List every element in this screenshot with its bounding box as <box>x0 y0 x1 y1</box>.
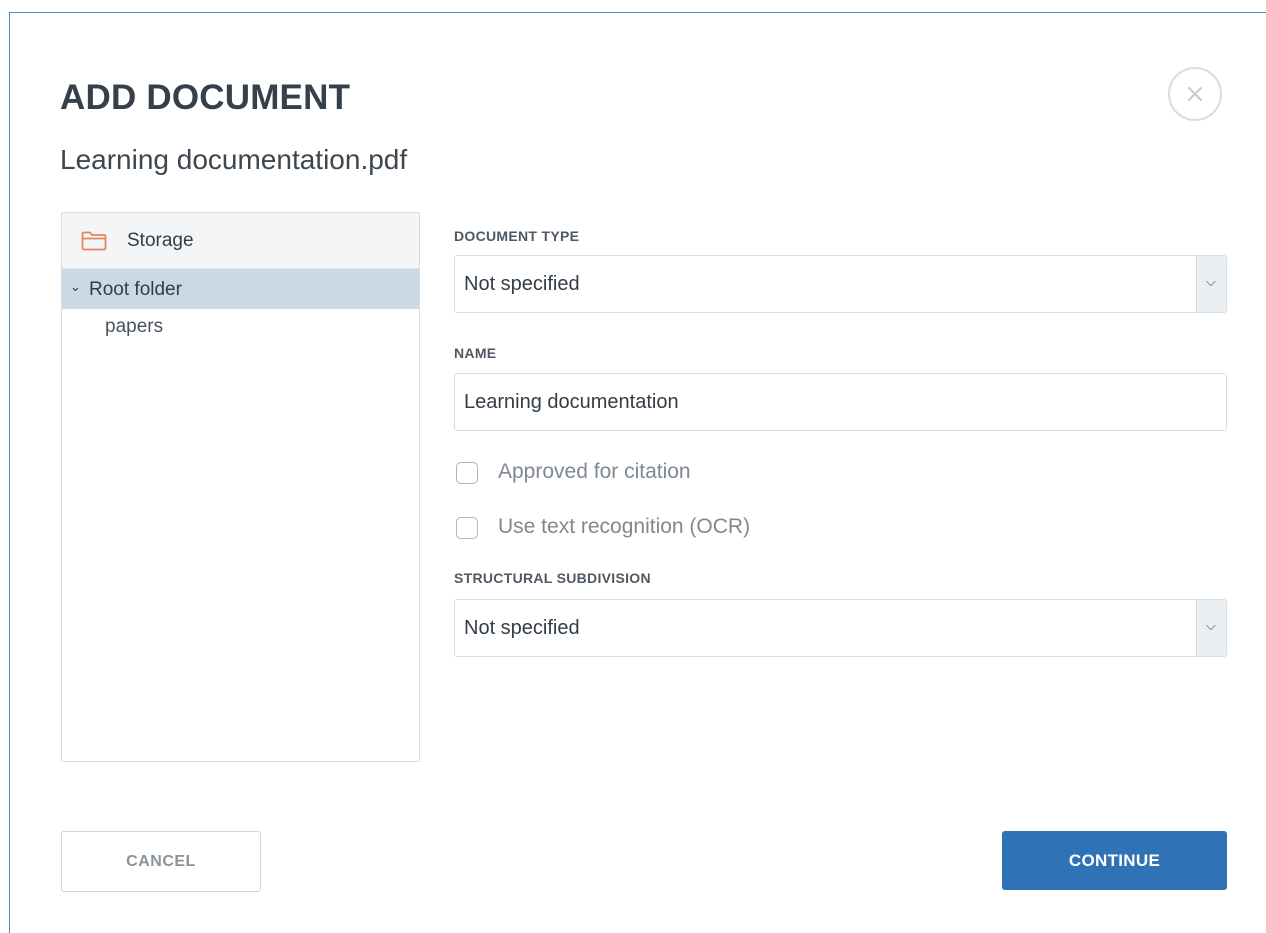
tree-item-label: Root folder <box>89 279 182 300</box>
tree-item-root-folder[interactable]: ⌄ Root folder <box>62 269 419 309</box>
document-type-select[interactable]: Not specified ⌵ <box>454 255 1227 313</box>
name-label: NAME <box>454 345 497 361</box>
close-icon <box>1188 87 1202 101</box>
document-type-label: DOCUMENT TYPE <box>454 228 580 244</box>
chevron-down-icon[interactable]: ⌄ <box>70 279 81 295</box>
tree-header-storage[interactable]: Storage <box>62 213 419 269</box>
continue-button[interactable]: CONTINUE <box>1002 831 1227 890</box>
structural-subdivision-value: Not specified <box>464 617 580 639</box>
chevron-down-icon: ⌵ <box>1206 274 1216 289</box>
document-type-dropdown-button[interactable]: ⌵ <box>1196 256 1226 312</box>
folder-tree: Storage ⌄ Root folder papers <box>61 212 420 762</box>
name-input[interactable]: Learning documentation <box>454 373 1227 431</box>
dialog-title: ADD DOCUMENT <box>60 78 351 117</box>
file-name: Learning documentation.pdf <box>60 144 408 175</box>
chevron-down-icon: ⌵ <box>1206 618 1216 633</box>
structural-subdivision-label: STRUCTURAL SUBDIVISION <box>454 570 651 586</box>
approved-for-citation-checkbox[interactable] <box>456 462 478 484</box>
name-input-value: Learning documentation <box>464 391 679 413</box>
use-ocr-checkbox[interactable] <box>456 517 478 539</box>
folder-icon <box>81 231 107 251</box>
approved-for-citation-label[interactable]: Approved for citation <box>498 460 691 484</box>
tree-item-label: papers <box>105 316 164 337</box>
close-button[interactable] <box>1168 67 1222 121</box>
tree-item-papers[interactable]: papers <box>62 309 419 349</box>
document-type-value: Not specified <box>464 273 580 295</box>
add-document-dialog: ADD DOCUMENT Learning documentation.pdf … <box>9 12 1266 933</box>
structural-subdivision-select[interactable]: Not specified ⌵ <box>454 599 1227 657</box>
use-ocr-label[interactable]: Use text recognition (OCR) <box>498 515 750 539</box>
cancel-button[interactable]: CANCEL <box>61 831 261 892</box>
tree-header-label: Storage <box>127 230 194 251</box>
structural-subdivision-dropdown-button[interactable]: ⌵ <box>1196 600 1226 656</box>
